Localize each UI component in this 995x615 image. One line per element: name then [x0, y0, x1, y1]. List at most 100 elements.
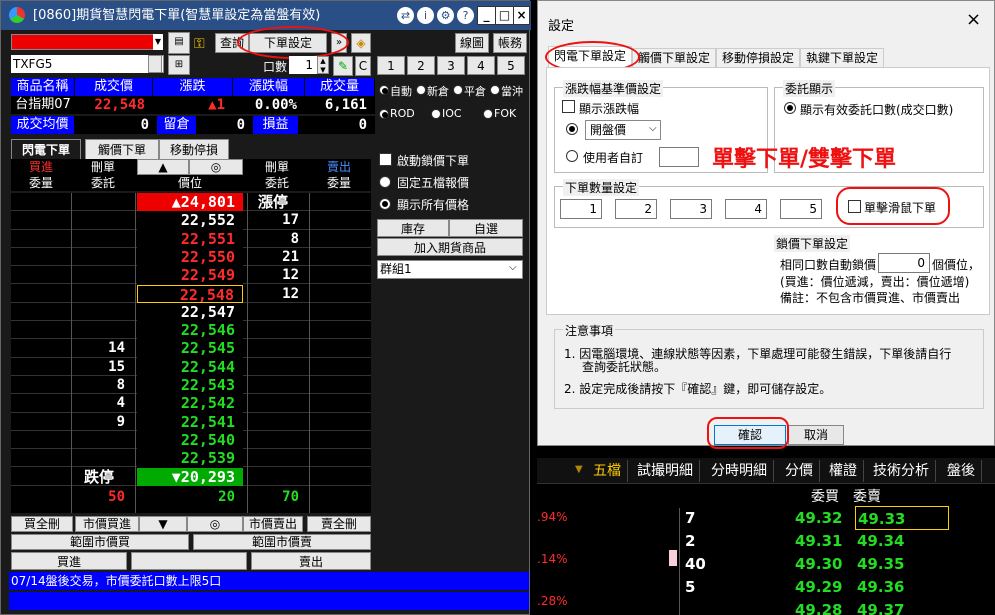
- center-price-button[interactable]: ◎: [189, 159, 243, 175]
- dialog-qty-4[interactable]: 4: [725, 199, 767, 219]
- dialog-qty-1[interactable]: 1: [560, 199, 602, 219]
- buy-button[interactable]: 買進: [11, 552, 127, 570]
- quote-tab-6[interactable]: 盤後: [941, 460, 982, 482]
- bottom-btn-0[interactable]: 買全刪: [11, 516, 73, 532]
- sell-button[interactable]: 賣出: [251, 552, 371, 570]
- account-dropdown-icon[interactable]: ▼: [153, 34, 163, 50]
- bottom-btn-5[interactable]: 賣全刪: [307, 516, 371, 532]
- edit-icon[interactable]: ✎: [333, 56, 353, 76]
- bottom-btn-2[interactable]: ▼: [139, 516, 187, 532]
- ladder-price[interactable]: 22,549: [137, 266, 243, 285]
- quote-bid[interactable]: 49.30: [795, 552, 842, 576]
- qty-preset-4[interactable]: 4: [467, 56, 495, 75]
- lock-icon[interactable]: ⊞: [168, 55, 190, 75]
- show-valid-radio[interactable]: [784, 102, 796, 114]
- cancel-button[interactable]: 取消: [788, 425, 844, 445]
- quote-tab-3[interactable]: 分價: [779, 460, 820, 482]
- qty-preset-2[interactable]: 2: [407, 56, 435, 75]
- dialog-qty-3[interactable]: 3: [670, 199, 712, 219]
- quote-tab-1[interactable]: 試撮明細: [631, 460, 700, 482]
- ladder-price[interactable]: 22,540: [137, 430, 243, 450]
- key-icon[interactable]: ⚿: [194, 36, 205, 52]
- dropdown-icon[interactable]: ▼: [575, 464, 583, 475]
- add-futures-button[interactable]: 加入期貨商品: [377, 238, 523, 256]
- quote-tab-4[interactable]: 權證: [823, 460, 864, 482]
- settings-icon[interactable]: ⚙: [437, 7, 454, 24]
- ladder-price[interactable]: 22,546: [137, 321, 243, 340]
- ladder-price[interactable]: 22,539: [137, 449, 243, 468]
- ladder-price[interactable]: 22,542: [137, 394, 243, 413]
- bottom-btn-1[interactable]: 市價買進: [75, 516, 139, 532]
- quote-ask[interactable]: 49.34: [855, 529, 949, 553]
- ladder-price[interactable]: 22,550: [137, 247, 243, 267]
- maximize-icon[interactable]: □: [495, 6, 514, 25]
- quote-tab-2[interactable]: 分時明細: [705, 460, 774, 482]
- option-radio-2[interactable]: [453, 85, 463, 95]
- show-change-checkbox[interactable]: [562, 100, 575, 113]
- account-select[interactable]: [11, 34, 163, 50]
- stock-button[interactable]: 庫存: [377, 219, 449, 237]
- watchlist-button[interactable]: 自選: [449, 219, 523, 237]
- ladder-sell-order[interactable]: 21: [247, 248, 307, 266]
- share-icon[interactable]: ⇄: [397, 7, 414, 24]
- tab-flash-order[interactable]: 閃電下單: [11, 139, 81, 159]
- ladder-price[interactable]: 22,547: [137, 302, 243, 322]
- chevron-down-icon[interactable]: ⌵: [509, 262, 517, 273]
- ladder-price[interactable]: 22,552: [137, 211, 243, 230]
- ladder-price[interactable]: 22,543: [137, 376, 243, 395]
- tif-radio-0[interactable]: [379, 109, 389, 119]
- option-radio-1[interactable]: [416, 85, 426, 95]
- lock-value-input[interactable]: 0: [878, 253, 930, 273]
- qty-preset-5[interactable]: 5: [497, 56, 525, 75]
- ladder-buy-order[interactable]: 8: [73, 376, 133, 394]
- ladder-buy-order[interactable]: 4: [73, 394, 133, 412]
- qty-stepper[interactable]: ▲ ▼: [317, 56, 329, 74]
- info-icon[interactable]: i: [417, 7, 434, 24]
- quote-tab-0[interactable]: 五檔: [587, 460, 628, 482]
- close-icon[interactable]: ×: [513, 6, 530, 25]
- ladder-price[interactable]: 22,541: [137, 412, 243, 431]
- ladder-sell-order[interactable]: 12: [247, 285, 307, 303]
- symbol-input[interactable]: TXFG5: [11, 55, 163, 73]
- scroll-up-button[interactable]: ▲: [137, 159, 189, 175]
- open-price-radio[interactable]: [566, 123, 578, 135]
- tab-trigger-order[interactable]: 觸價下單: [85, 139, 159, 159]
- minimize-icon[interactable]: _: [477, 6, 496, 25]
- tif-radio-2[interactable]: [483, 109, 493, 119]
- chevron-down-icon[interactable]: ⌵: [649, 123, 657, 134]
- diamond-icon[interactable]: ◈: [351, 33, 371, 53]
- enable-lock-checkbox[interactable]: [379, 153, 392, 166]
- close-icon[interactable]: ×: [966, 9, 981, 30]
- ladder-sell-order[interactable]: 12: [247, 266, 307, 284]
- ladder-buy-order[interactable]: 9: [73, 413, 133, 431]
- qty-input[interactable]: 1: [289, 56, 317, 74]
- quote-ask[interactable]: 49.33: [855, 506, 949, 530]
- ladder-buy-order[interactable]: 跌停: [73, 468, 133, 486]
- show-all-radio[interactable]: [379, 198, 391, 210]
- qty-preset-1[interactable]: 1: [377, 56, 405, 75]
- tab-trailing-stop[interactable]: 移動停損: [159, 139, 229, 159]
- fixed-five-radio[interactable]: [379, 176, 391, 188]
- qty-preset-3[interactable]: 3: [437, 56, 465, 75]
- line-chart-button[interactable]: 線圖: [455, 33, 489, 53]
- user-defined-input[interactable]: [659, 147, 699, 167]
- bottom-btn-4[interactable]: 市價賣出: [243, 516, 303, 532]
- user-defined-radio[interactable]: [566, 150, 578, 162]
- quote-ask[interactable]: 49.37: [855, 598, 949, 615]
- option-radio-3[interactable]: [490, 85, 500, 95]
- ladder-buy-order[interactable]: 14: [73, 339, 133, 357]
- tab-trailing-settings[interactable]: 移動停損設定: [716, 48, 800, 67]
- dialog-qty-2[interactable]: 2: [615, 199, 657, 219]
- search-icon[interactable]: [148, 55, 162, 73]
- tif-radio-1[interactable]: [431, 109, 441, 119]
- group-select[interactable]: 群組1: [377, 260, 523, 279]
- help-icon[interactable]: ?: [457, 7, 474, 24]
- quote-bid[interactable]: 49.32: [795, 506, 842, 530]
- quote-bid[interactable]: 49.28: [795, 598, 842, 615]
- tab-trigger-settings[interactable]: 觸價下單設定: [632, 48, 716, 67]
- clear-button[interactable]: C: [355, 56, 371, 76]
- quote-bid[interactable]: 49.29: [795, 575, 842, 599]
- range-market-buy-button[interactable]: 範圍市價買: [11, 534, 189, 550]
- account-button[interactable]: 帳務: [493, 33, 527, 53]
- ladder-sell-order[interactable]: 17: [247, 211, 307, 229]
